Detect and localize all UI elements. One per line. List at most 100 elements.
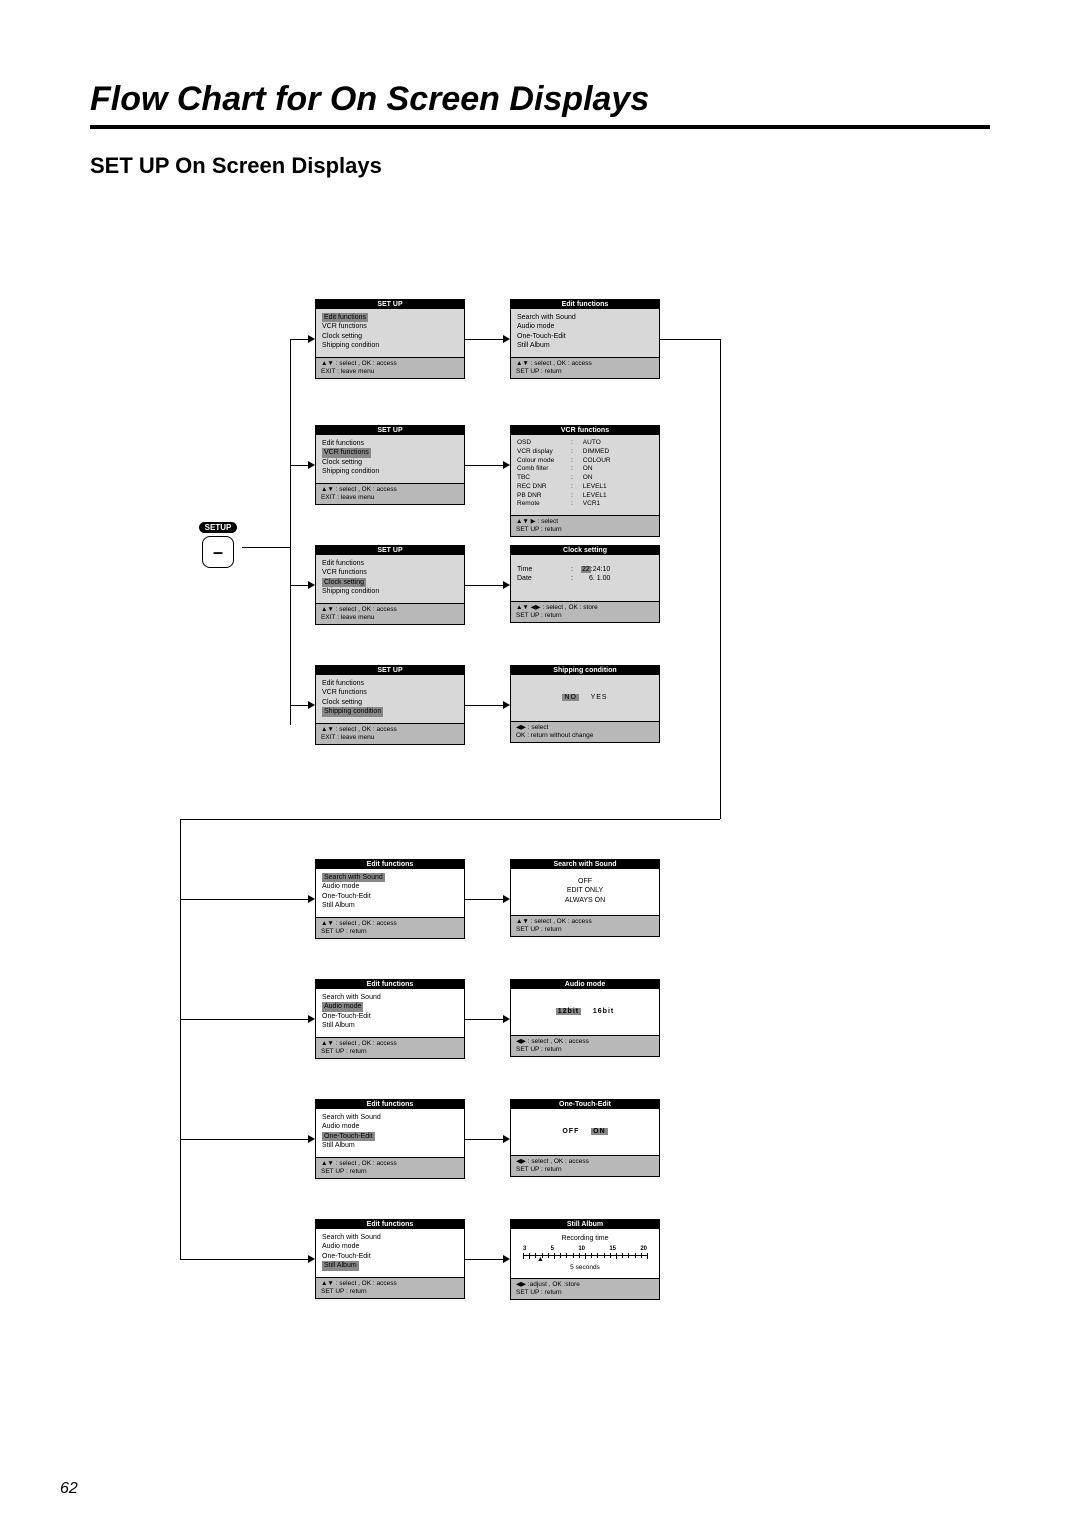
menu-item: Edit functions (322, 313, 368, 322)
panel-footer: ▲▼ : select , OK : access EXIT : leave m… (316, 603, 464, 624)
menu-item: Shipping condition (322, 587, 458, 596)
menu-item: Edit functions (322, 439, 458, 448)
panel-search: Search with Sound OFF EDIT ONLY ALWAYS O… (510, 859, 660, 937)
page-number: 62 (60, 1480, 78, 1498)
menu-item: VCR functions (322, 568, 458, 577)
panel-setup-2: SET UP Edit functions VCR functions Cloc… (315, 425, 465, 505)
menu-item: Shipping condition (322, 707, 383, 716)
panel-footer: ▲▼ : select , OK : access EXIT : leave m… (316, 357, 464, 378)
panel-footer: ▲▼ ▶ : select SET UP : return (511, 515, 659, 536)
menu-item: Audio mode (322, 882, 458, 891)
menu-item: Clock setting (322, 332, 458, 341)
panel-ote: One-Touch-Edit OFF ON ◀▶ : select , OK :… (510, 1099, 660, 1177)
panel-footer: ▲▼ : select , OK : access SET UP : retur… (316, 917, 464, 938)
menu-item: Clock setting (322, 458, 458, 467)
section-title: SET UP On Screen Displays (90, 153, 990, 179)
panel-clock: Clock setting Time:22:24:10 Date:6. 1.00… (510, 545, 660, 623)
menu-item: Audio mode (322, 1002, 363, 1011)
panel-title: Edit functions (316, 860, 464, 869)
menu-item: Search with Sound (517, 313, 653, 322)
label: Recording time (519, 1234, 651, 1243)
menu-item: One-Touch-Edit (322, 1252, 458, 1261)
menu-item: VCR functions (322, 688, 458, 697)
menu-item: Still Album (322, 1261, 359, 1270)
menu-item: Shipping condition (322, 341, 458, 350)
panel-title: Clock setting (511, 546, 659, 555)
panel-title: Edit functions (511, 300, 659, 309)
panel-still: Still Album Recording time 3 5 10 15 20 … (510, 1219, 660, 1300)
panel-footer: ◀▶ : select OK : return without change (511, 721, 659, 742)
setup-pill: SETUP (199, 522, 238, 533)
panel-setup-3: SET UP Edit functions VCR functions Cloc… (315, 545, 465, 625)
menu-item: Search with Sound (322, 1233, 458, 1242)
menu-item: Still Album (322, 1141, 458, 1150)
panel-shipping: Shipping condition NO YES ◀▶ : select OK… (510, 665, 660, 743)
panel-title: Edit functions (316, 1100, 464, 1109)
opt: OFF (517, 877, 653, 886)
setup-icon: – (202, 536, 234, 568)
menu-item: Clock setting (322, 698, 458, 707)
menu-item: Audio mode (517, 322, 653, 331)
panel-footer: ▲▼ : select , OK : access SET UP : retur… (511, 357, 659, 378)
panel-footer: ◀▶ :adjust , OK :store SET UP : return (511, 1278, 659, 1299)
menu-item: Search with Sound (322, 1113, 458, 1122)
panel-footer: ▲▼ : select , OK : access SET UP : retur… (316, 1157, 464, 1178)
panel-title: Still Album (511, 1220, 659, 1229)
opt: YES (591, 694, 608, 701)
panel-footer: ▲▼ : select , OK : access SET UP : retur… (316, 1037, 464, 1058)
opt: ON (591, 1128, 608, 1135)
panel-vcr: VCR functions OSD: AUTOVCR display: DIMM… (510, 425, 660, 537)
panel-edit-b4: Edit functions Search with Sound Audio m… (315, 1219, 465, 1299)
panel-footer: ▲▼ : select , OK : access EXIT : leave m… (316, 723, 464, 744)
menu-item: Edit functions (322, 679, 458, 688)
menu-item: One-Touch-Edit (322, 892, 458, 901)
panel-audio: Audio mode 12bit 16bit ◀▶ : select , OK … (510, 979, 660, 1057)
panel-footer: ▲▼ : select , OK : access EXIT : leave m… (316, 483, 464, 504)
panel-title: SET UP (316, 546, 464, 555)
panel-title: Search with Sound (511, 860, 659, 869)
panel-footer: ◀▶ : select , OK : access SET UP : retur… (511, 1155, 659, 1176)
panel-setup-1: SET UP Edit functions VCR functions Cloc… (315, 299, 465, 379)
menu-item: Edit functions (322, 559, 458, 568)
menu-item: Still Album (322, 1021, 458, 1030)
flow-diagram: SETUP – SET UP Edit functions VCR functi… (90, 239, 990, 1399)
setup-button: SETUP – (194, 517, 242, 568)
menu-item: Still Album (322, 901, 458, 910)
menu-item: Audio mode (322, 1122, 458, 1131)
menu-item: Still Album (517, 341, 653, 350)
menu-item: Shipping condition (322, 467, 458, 476)
panel-footer: ◀▶ : select , OK : access SET UP : retur… (511, 1035, 659, 1056)
menu-item: One-Touch-Edit (322, 1132, 375, 1141)
menu-item: Search with Sound (322, 873, 385, 882)
panel-footer: ▲▼ : select , OK : access SET UP : retur… (316, 1277, 464, 1298)
menu-item: Search with Sound (322, 993, 458, 1002)
panel-edit-b2: Edit functions Search with Sound Audio m… (315, 979, 465, 1059)
opt: OFF (562, 1128, 579, 1135)
menu-item: Audio mode (322, 1242, 458, 1251)
panel-footer: ▲▼ ◀▶ : select , OK : store SET UP : ret… (511, 601, 659, 622)
panel-title: Edit functions (316, 1220, 464, 1229)
panel-edit-b1: Edit functions Search with Sound Audio m… (315, 859, 465, 939)
panel-footer: ▲▼ : select , OK : access SET UP : retur… (511, 915, 659, 936)
panel-title: Shipping condition (511, 666, 659, 675)
opt: EDIT ONLY (567, 887, 603, 894)
panel-title: SET UP (316, 426, 464, 435)
panel-title: One-Touch-Edit (511, 1100, 659, 1109)
panel-title: Audio mode (511, 980, 659, 989)
panel-title: Edit functions (316, 980, 464, 989)
panel-edit: Edit functions Search with Sound Audio m… (510, 299, 660, 379)
opt: 16bit (593, 1008, 614, 1015)
panel-setup-4: SET UP Edit functions VCR functions Cloc… (315, 665, 465, 745)
panel-title: VCR functions (511, 426, 659, 435)
page-title: Flow Chart for On Screen Displays (90, 80, 990, 119)
menu-item: One-Touch-Edit (322, 1012, 458, 1021)
opt: ALWAYS ON (517, 896, 653, 905)
slider: 3 5 10 15 20 ▲ 5 seconds (519, 1245, 651, 1272)
panel-title: SET UP (316, 666, 464, 675)
panel-title: SET UP (316, 300, 464, 309)
menu-item: VCR functions (322, 448, 371, 457)
opt: 12bit (556, 1008, 581, 1015)
menu-item: VCR functions (322, 322, 458, 331)
menu-item: One-Touch-Edit (517, 332, 653, 341)
opt: NO (562, 694, 579, 701)
